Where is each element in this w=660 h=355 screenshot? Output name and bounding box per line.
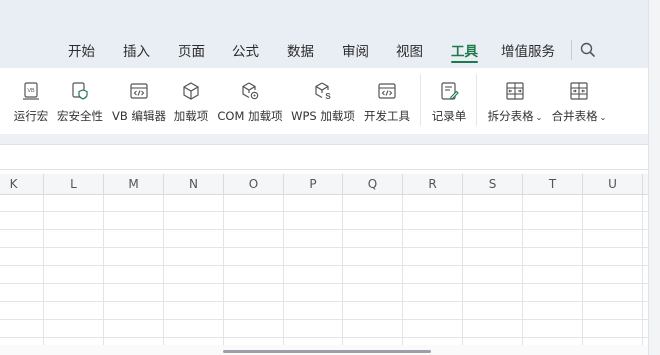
column-header-t[interactable]: T [523,174,583,194]
grid-line [642,195,643,345]
chevron-down-icon: ⌄ [535,113,543,122]
record-form-button[interactable]: 记录单 [429,80,469,124]
grid-line [0,337,648,338]
column-header-o[interactable]: O [224,174,284,194]
grid-line [103,195,104,345]
chevron-down-icon: ⌄ [599,113,607,122]
tab-formula[interactable]: 公式 [232,40,259,60]
search-button[interactable] [578,40,598,60]
tab-page[interactable]: 页面 [178,40,205,60]
split-table-icon [506,82,524,100]
grid-line [0,301,648,302]
merge-table-icon [570,82,588,100]
grid-line [163,195,164,345]
run-macro-label: 运行宏 [13,109,49,123]
ribbon-separator [420,74,421,126]
column-header-row: K L M N O P Q R S T U [0,174,648,195]
cell-grid[interactable] [0,195,648,345]
formula-bar-gap [0,134,648,144]
tab-view[interactable]: 视图 [396,40,423,60]
vb-editor-label: VB 编辑器 [112,109,166,123]
macro-security-button[interactable]: 宏安全性 [56,80,104,124]
wps-addins-icon: S [315,82,331,101]
split-table-button[interactable]: 拆分表格 ⌄ [486,80,544,124]
macro-security-label: 宏安全性 [57,109,103,123]
vb-editor-button[interactable]: VB 编辑器 [112,80,166,124]
tab-data[interactable]: 数据 [287,40,314,60]
tab-separator [571,40,572,60]
merge-table-button[interactable]: 合并表格 ⌄ [550,80,608,124]
svg-text:VB: VB [27,88,35,94]
com-addins-button[interactable]: COM 加载项 [216,80,284,124]
macro-security-icon [72,82,88,100]
column-header-r[interactable]: R [403,174,463,194]
run-macro-icon: VB [23,82,39,100]
tab-tools[interactable]: 工具 [451,40,478,63]
svg-text:S: S [325,92,331,101]
grid-line [283,195,284,345]
tab-insert[interactable]: 插入 [123,40,150,60]
column-header-l[interactable]: L [44,174,104,194]
column-header-u[interactable]: U [583,174,643,194]
split-table-label: 拆分表格 ⌄ [487,109,543,123]
grid-line [0,211,648,212]
tab-value-added-services[interactable]: 增值服务 [501,40,555,60]
grid-line [462,195,463,345]
ribbon-separator [476,74,477,126]
grid-line [402,195,403,345]
grid-line [582,195,583,345]
column-header-q[interactable]: Q [343,174,403,194]
vertical-scrollbar[interactable] [648,0,660,355]
addins-button[interactable]: 加载项 [172,80,210,124]
addins-label: 加载项 [173,109,209,123]
grid-line [43,195,44,345]
record-form-icon [441,82,459,100]
com-addins-icon [242,82,259,100]
column-header-m[interactable]: M [104,174,164,194]
vb-editor-icon [130,83,148,99]
grid-line [342,195,343,345]
record-form-label: 记录单 [431,109,467,123]
column-header-k[interactable]: K [0,174,44,194]
grid-line [223,195,224,345]
grid-line [0,283,648,284]
tab-review[interactable]: 审阅 [342,40,369,60]
com-addins-label: COM 加载项 [217,109,283,123]
column-header-n[interactable]: N [164,174,224,194]
grid-line [0,265,648,266]
search-icon [580,42,595,57]
merge-table-label: 合并表格 ⌄ [551,109,607,123]
developer-tools-icon [378,83,396,99]
formula-bar[interactable] [0,144,648,170]
wps-addins-button[interactable]: S WPS 加载项 [290,80,356,124]
column-header-s[interactable]: S [463,174,523,194]
developer-tools-button[interactable]: 开发工具 [362,80,412,124]
addins-icon [183,82,199,100]
tab-home[interactable]: 开始 [68,40,95,60]
developer-tools-label: 开发工具 [364,109,410,123]
run-macro-button[interactable]: VB 运行宏 [12,80,50,124]
grid-line [0,319,648,320]
horizontal-scrollbar-thumb[interactable] [223,350,431,353]
column-header-p[interactable]: P [284,174,343,194]
grid-line [0,247,648,248]
grid-line [522,195,523,345]
wps-addins-label: WPS 加载项 [291,109,355,123]
grid-line [0,229,648,230]
